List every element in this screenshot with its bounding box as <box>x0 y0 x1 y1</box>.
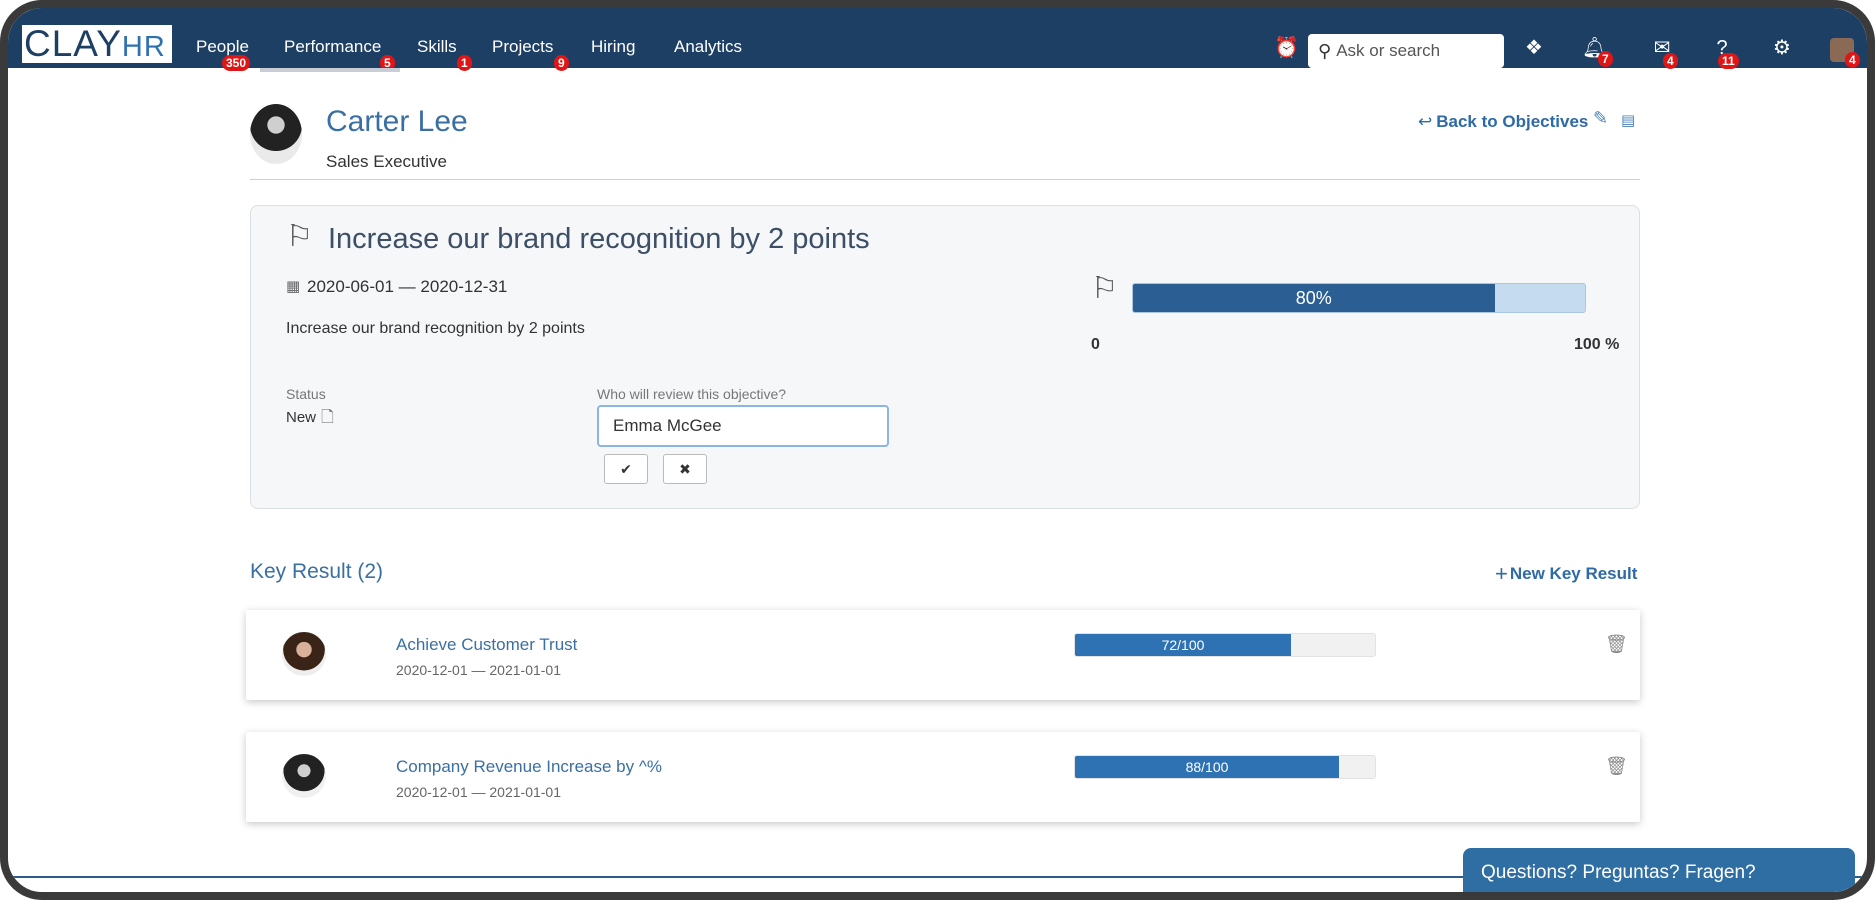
key-result-progress-bar: 88/100 <box>1074 755 1376 779</box>
nav-analytics[interactable]: Analytics <box>674 37 742 57</box>
logo-suffix: HR <box>121 31 166 63</box>
employee-title: Sales Executive <box>326 152 447 171</box>
key-result-title[interactable]: Achieve Customer Trust <box>396 635 577 655</box>
nav-performance[interactable]: Performance <box>284 37 381 57</box>
nav-people[interactable]: People <box>196 37 249 57</box>
gear-icon[interactable]: ⚙ <box>1770 38 1794 58</box>
objective-progress-bar: 80% <box>1132 283 1586 313</box>
document-icon: 🗋 <box>321 409 334 426</box>
close-icon: ✖ <box>679 461 691 477</box>
employee-avatar <box>250 104 302 164</box>
clayhr-logo[interactable]: CLAYHR <box>22 25 172 63</box>
nav-skills[interactable]: Skills <box>417 37 457 57</box>
back-to-objectives-link[interactable]: ↩ Back to Objectives <box>1418 112 1588 132</box>
return-arrow-icon: ↩ <box>1418 112 1433 131</box>
layers-icon[interactable]: ❖ <box>1522 38 1546 58</box>
employee-name[interactable]: Carter Lee <box>326 105 468 139</box>
profile-badge: 4 <box>1845 52 1860 68</box>
nav-projects[interactable]: Projects <box>492 37 553 57</box>
notifications-badge: 7 <box>1598 51 1613 67</box>
new-key-result-button[interactable]: + New Key Result <box>1495 561 1637 587</box>
active-tab-indicator <box>260 68 400 72</box>
top-navigation: CLAYHR People 350 Performance 5 Skills 1… <box>8 8 1867 72</box>
messages-badge: 4 <box>1663 53 1678 69</box>
reviewer-input[interactable] <box>597 405 889 447</box>
key-result-progress-label: 72/100 <box>1161 637 1205 653</box>
objective-title: Increase our brand recognition by 2 poin… <box>328 223 870 255</box>
flag-icon: ⚐ <box>286 220 313 253</box>
search-placeholder: Ask or search <box>1336 41 1441 60</box>
trash-icon[interactable]: 🗑︎ <box>1605 634 1628 655</box>
header-divider <box>250 179 1640 180</box>
trash-icon[interactable]: 🗑︎ <box>1605 756 1628 777</box>
key-result-title[interactable]: Company Revenue Increase by ^% <box>396 757 662 777</box>
status-value[interactable]: New <box>286 409 316 426</box>
edit-icon[interactable]: ✎ <box>1593 108 1608 129</box>
objective-description: Increase our brand recognition by 2 poin… <box>286 320 585 337</box>
key-result-dates: 2020-12-01 — 2021-01-01 <box>396 784 562 800</box>
key-result-card: Company Revenue Increase by ^% 2020-12-0… <box>246 732 1640 822</box>
plus-icon: + <box>1495 561 1508 586</box>
app-window: CLAYHR People 350 Performance 5 Skills 1… <box>0 0 1875 900</box>
key-result-card: Achieve Customer Trust 2020-12-01 — 2021… <box>246 610 1640 700</box>
key-result-dates: 2020-12-01 — 2021-01-01 <box>396 662 562 678</box>
nav-hiring[interactable]: Hiring <box>591 37 635 57</box>
key-result-owner-avatar <box>282 632 326 676</box>
logo-text: CLAY <box>24 23 122 64</box>
progress-flag-icon: ⚐ <box>1091 272 1118 305</box>
help-chat-widget[interactable]: Questions? Preguntas? Fragen? <box>1463 848 1855 892</box>
progress-scale-min: 0 <box>1091 336 1100 353</box>
key-result-progress-label: 88/100 <box>1185 759 1229 775</box>
confirm-button[interactable]: ✔ <box>604 454 648 484</box>
print-icon[interactable]: ▤ <box>1621 111 1635 129</box>
key-result-progress-bar: 72/100 <box>1074 633 1376 657</box>
projects-badge: 9 <box>554 55 569 71</box>
alarm-clock-icon[interactable]: ⏰ <box>1274 38 1299 58</box>
people-badge: 350 <box>222 55 251 71</box>
objective-progress-label: 80% <box>1295 288 1332 308</box>
search-icon: ⚲ <box>1318 40 1332 61</box>
status-label: Status <box>286 386 326 402</box>
search-box[interactable]: ⚲ Ask or search <box>1308 34 1504 68</box>
key-result-owner-avatar <box>282 754 326 798</box>
progress-scale-max: 100 % <box>1574 336 1620 353</box>
check-icon: ✔ <box>620 461 632 477</box>
objective-dates: 2020-06-01 — 2020-12-31 <box>307 277 508 296</box>
back-link-label: Back to Objectives <box>1436 112 1589 131</box>
reviewer-label: Who will review this objective? <box>597 386 787 402</box>
key-results-heading: Key Result (2) <box>250 560 384 583</box>
skills-badge: 1 <box>457 55 472 71</box>
calendar-icon: ▦ <box>286 278 301 295</box>
cancel-button[interactable]: ✖ <box>663 454 707 484</box>
new-key-result-label: New Key Result <box>1509 564 1638 583</box>
help-badge: 11 <box>1718 53 1739 69</box>
